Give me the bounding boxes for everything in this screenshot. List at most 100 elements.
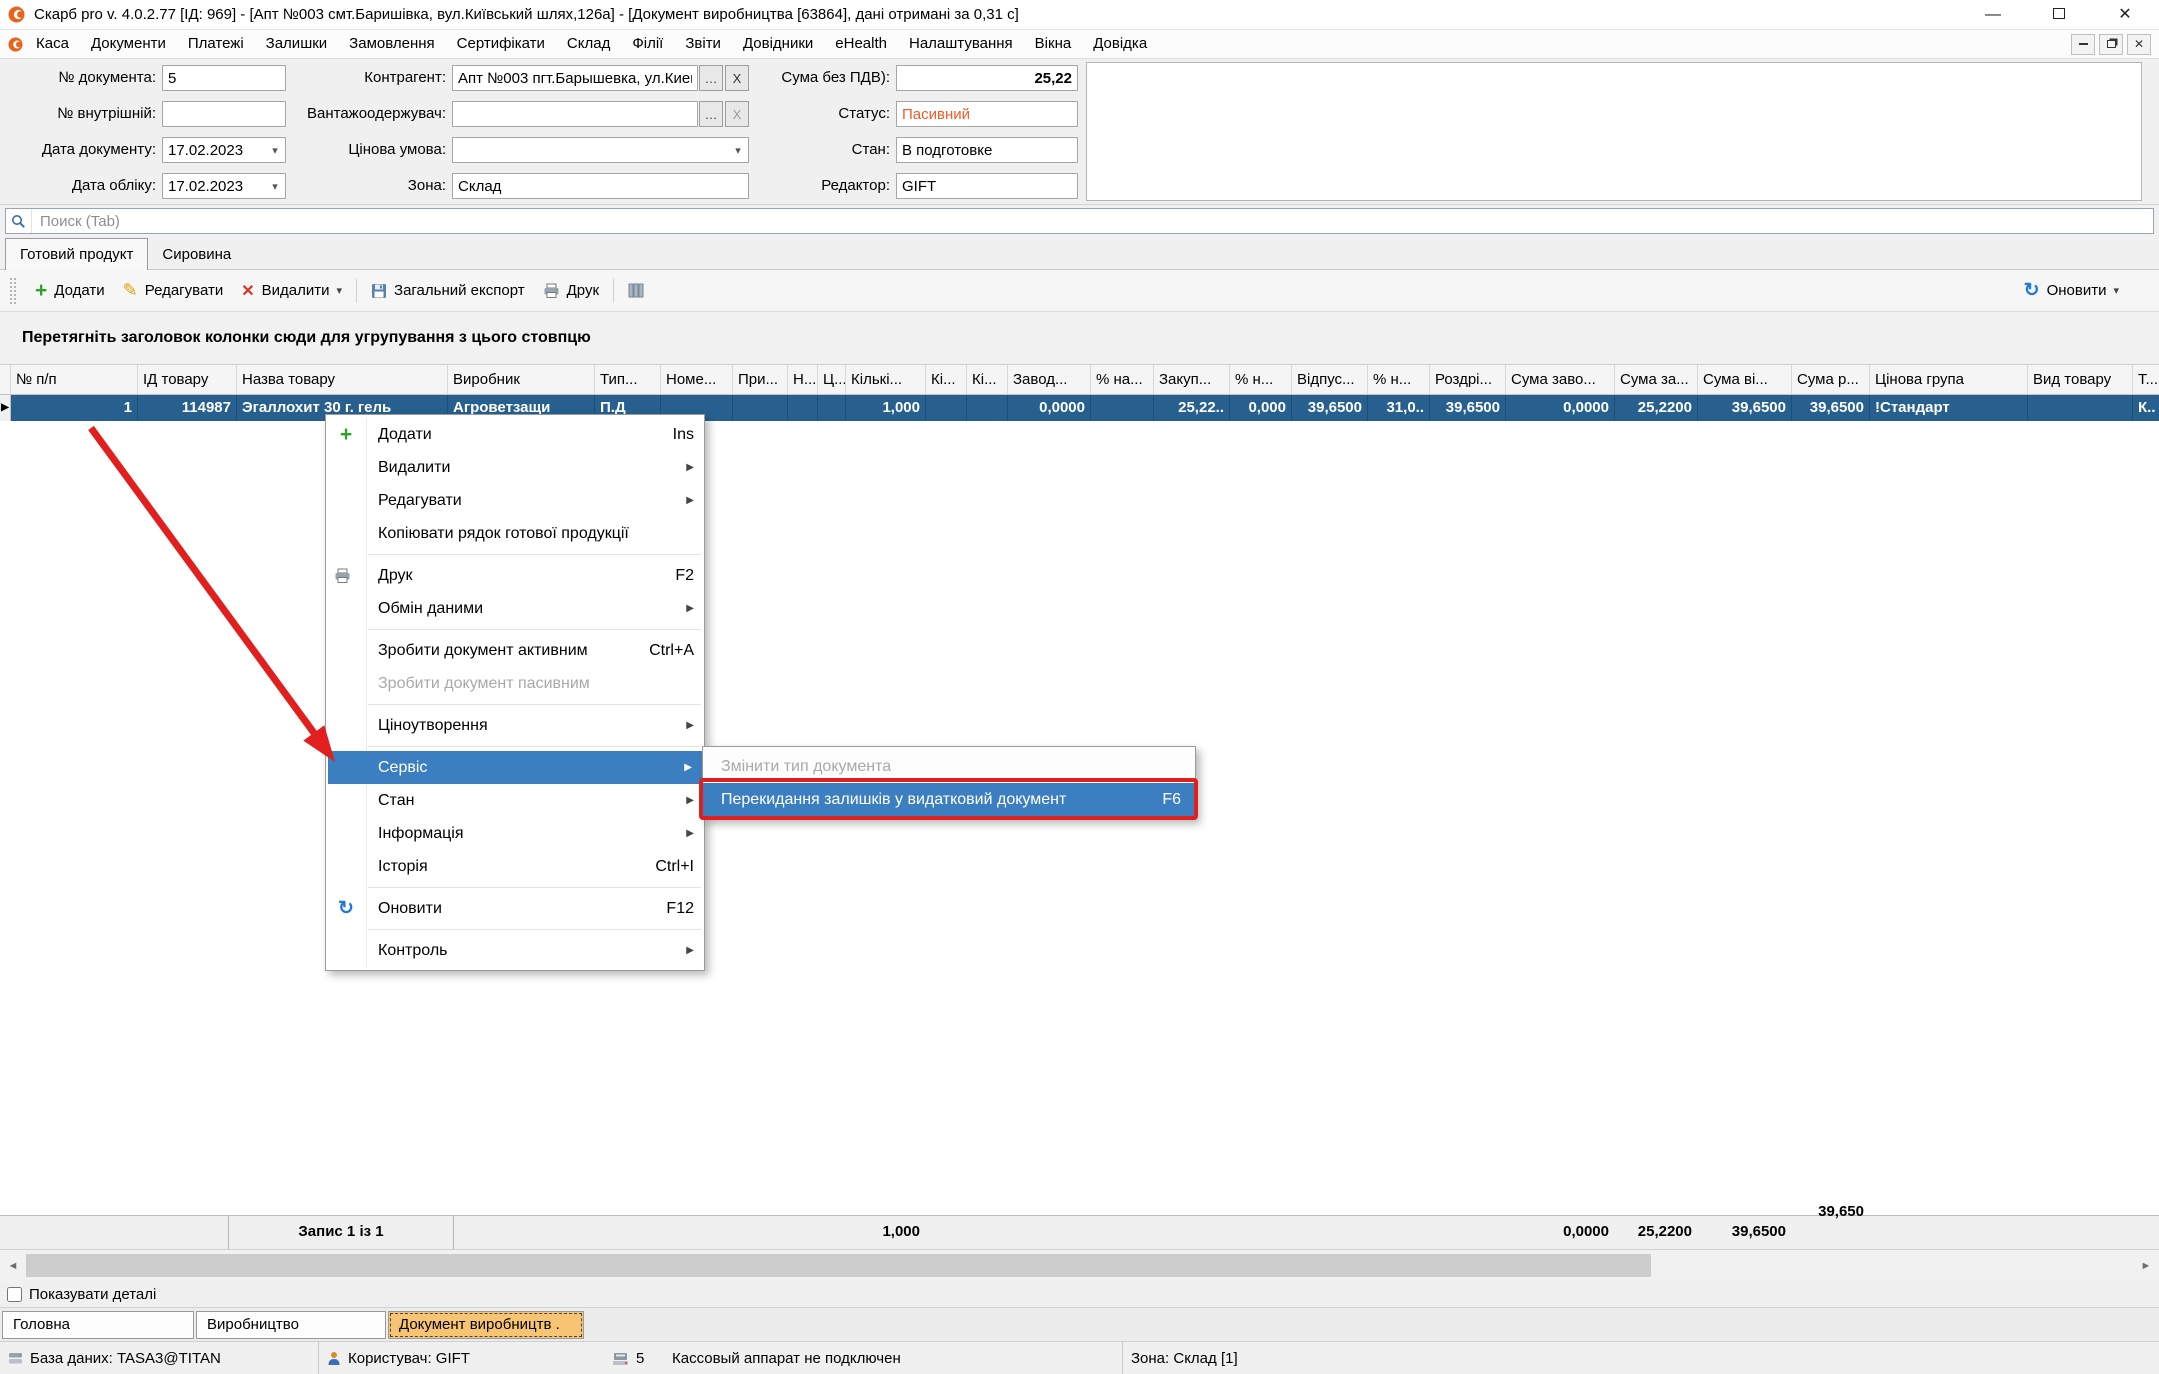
column-header[interactable]: Вид товару xyxy=(2028,365,2133,394)
column-header[interactable]: Роздрі... xyxy=(1430,365,1506,394)
column-header[interactable]: Завод... xyxy=(1008,365,1091,394)
column-header[interactable]: Відпус... xyxy=(1292,365,1368,394)
menu-kasa[interactable]: Каса xyxy=(25,30,80,58)
menu-branches[interactable]: Філії xyxy=(621,30,674,58)
shortcut-label: F12 xyxy=(646,900,694,918)
contractor-field[interactable]: Апт №003 пгт.Барышевка, ул.Киев xyxy=(452,65,698,91)
toolbar-drag-handle[interactable] xyxy=(10,278,16,304)
mdi-minimize-button[interactable] xyxy=(2071,34,2095,55)
bottom-tab-strip: Головна Виробництво Документ виробництв … xyxy=(0,1307,2159,1341)
column-header[interactable]: Сума ві... xyxy=(1698,365,1792,394)
user-icon xyxy=(327,1351,341,1366)
bottom-tab-production[interactable]: Виробництво xyxy=(196,1311,386,1339)
menu-windows[interactable]: Вікна xyxy=(1024,30,1083,58)
context-menu-item-refresh[interactable]: ↻ Оновити F12 xyxy=(326,892,704,925)
column-header[interactable]: Сума заво... xyxy=(1506,365,1615,394)
app-logo-icon xyxy=(8,6,25,23)
tab-finished-product[interactable]: Готовий продукт xyxy=(5,238,148,270)
menu-settings[interactable]: Налаштування xyxy=(898,30,1024,58)
menu-ehealth[interactable]: eHealth xyxy=(824,30,898,58)
menu-stock[interactable]: Залишки xyxy=(255,30,339,58)
menu-payments[interactable]: Платежі xyxy=(177,30,255,58)
context-menu-item-delete[interactable]: Видалити ▶ xyxy=(326,451,704,484)
tab-strip: Готовий продукт Сировина xyxy=(0,237,2159,270)
column-header[interactable]: Тип... xyxy=(595,365,661,394)
scrollbar-thumb[interactable] xyxy=(26,1254,1651,1277)
doc-number-field[interactable]: 5 xyxy=(162,65,286,91)
scroll-right-icon[interactable]: ► xyxy=(2133,1250,2159,1281)
minimize-button[interactable]: — xyxy=(1983,5,2003,25)
context-menu-item-add[interactable]: + Додати Ins xyxy=(326,418,704,451)
column-header[interactable]: % н... xyxy=(1230,365,1292,394)
context-menu-item-edit[interactable]: Редагувати ▶ xyxy=(326,484,704,517)
column-header[interactable]: Сума р... xyxy=(1792,365,1870,394)
context-menu-item-data-exchange[interactable]: Обмін даними ▶ xyxy=(326,592,704,625)
context-menu-item-history[interactable]: Історія Ctrl+I xyxy=(326,850,704,883)
menu-orders[interactable]: Замовлення xyxy=(338,30,445,58)
context-menu-item-copy-row[interactable]: Копіювати рядок готової продукції xyxy=(326,517,704,550)
column-header[interactable]: Закуп... xyxy=(1154,365,1230,394)
context-menu-item-pricing[interactable]: Ціноутворення ▶ xyxy=(326,709,704,742)
bottom-tab-main[interactable]: Головна xyxy=(2,1311,194,1339)
column-header[interactable]: Н... xyxy=(788,365,818,394)
search-input[interactable] xyxy=(32,213,2153,230)
context-menu-item-service[interactable]: Сервіс ▶ xyxy=(328,751,702,784)
edit-button[interactable]: ✎ Редагувати xyxy=(114,275,233,307)
column-header[interactable]: Цінова група xyxy=(1870,365,2028,394)
menu-certificates[interactable]: Сертифікати xyxy=(446,30,556,58)
column-header[interactable]: Ц... xyxy=(818,365,846,394)
internal-number-label: № внутрішній: xyxy=(0,101,156,127)
horizontal-scrollbar[interactable]: ◄ ► xyxy=(0,1249,2159,1281)
context-menu-item-make-active[interactable]: Зробити документ активним Ctrl+A xyxy=(326,634,704,667)
maximize-button[interactable] xyxy=(2049,5,2069,25)
column-header[interactable]: Номе... xyxy=(661,365,733,394)
column-header[interactable]: Кі... xyxy=(926,365,967,394)
chevron-down-icon[interactable]: ▾ xyxy=(2113,284,2119,297)
menu-help[interactable]: Довідка xyxy=(1082,30,1158,58)
cell: 0,000 xyxy=(1230,395,1292,421)
column-header[interactable]: Кі... xyxy=(967,365,1008,394)
column-header[interactable]: № п/п xyxy=(11,365,138,394)
refresh-button[interactable]: Оновити xyxy=(2047,282,2107,299)
column-header[interactable]: Сума за... xyxy=(1615,365,1698,394)
price-condition-field[interactable]: ▾ xyxy=(452,137,749,163)
column-header[interactable]: Назва товару xyxy=(237,365,448,394)
zone-field[interactable]: Склад xyxy=(452,173,749,199)
add-button[interactable]: + Додати xyxy=(26,275,114,307)
column-header[interactable]: Кількі... xyxy=(846,365,926,394)
column-header[interactable]: Т... xyxy=(2133,365,2159,394)
tab-raw-material[interactable]: Сировина xyxy=(148,240,245,269)
submenu-item-transfer-leftovers[interactable]: Перекидання залишків у видатковий докуме… xyxy=(703,783,1195,816)
context-menu-item-information[interactable]: Інформація ▶ xyxy=(326,817,704,850)
internal-number-field[interactable] xyxy=(162,101,286,127)
status-label: Статус: xyxy=(720,101,890,127)
search-box[interactable] xyxy=(5,208,2154,234)
menu-warehouse[interactable]: Склад xyxy=(556,30,621,58)
consignee-field[interactable] xyxy=(452,101,698,127)
menu-documents[interactable]: Документи xyxy=(80,30,177,58)
bottom-tab-production-document[interactable]: Документ виробництв . xyxy=(388,1311,584,1339)
accounting-date-field[interactable]: 17.02.2023▾ xyxy=(162,173,286,199)
scroll-left-icon[interactable]: ◄ xyxy=(0,1250,26,1281)
column-header[interactable]: % на... xyxy=(1091,365,1154,394)
export-button[interactable]: Загальний експорт xyxy=(362,275,534,307)
mdi-close-button[interactable]: ✕ xyxy=(2127,34,2151,55)
delete-button[interactable]: ✕ Видалити ▾ xyxy=(232,275,351,307)
table-row[interactable]: ▶ 1 114987 Эгаллохит 30 г. гель Агроветз… xyxy=(0,395,2159,421)
column-header[interactable]: ІД товару xyxy=(138,365,237,394)
group-by-panel[interactable]: Перетягніть заголовок колонки сюди для у… xyxy=(0,312,2159,365)
menu-directories[interactable]: Довідники xyxy=(732,30,824,58)
column-header[interactable]: При... xyxy=(733,365,788,394)
print-button[interactable]: Друк xyxy=(534,275,608,307)
context-menu-item-state[interactable]: Стан ▶ xyxy=(326,784,704,817)
close-button[interactable]: ✕ xyxy=(2115,5,2135,25)
column-chooser-button[interactable] xyxy=(619,275,653,307)
column-header[interactable]: % н... xyxy=(1368,365,1430,394)
context-menu-item-control[interactable]: Контроль ▶ xyxy=(326,934,704,967)
context-menu-item-print[interactable]: Друк F2 xyxy=(326,559,704,592)
doc-date-field[interactable]: 17.02.2023▾ xyxy=(162,137,286,163)
mdi-restore-button[interactable] xyxy=(2099,34,2123,55)
column-header[interactable]: Виробник xyxy=(448,365,595,394)
menu-reports[interactable]: Звіти xyxy=(674,30,732,58)
show-details-checkbox[interactable] xyxy=(7,1287,22,1302)
